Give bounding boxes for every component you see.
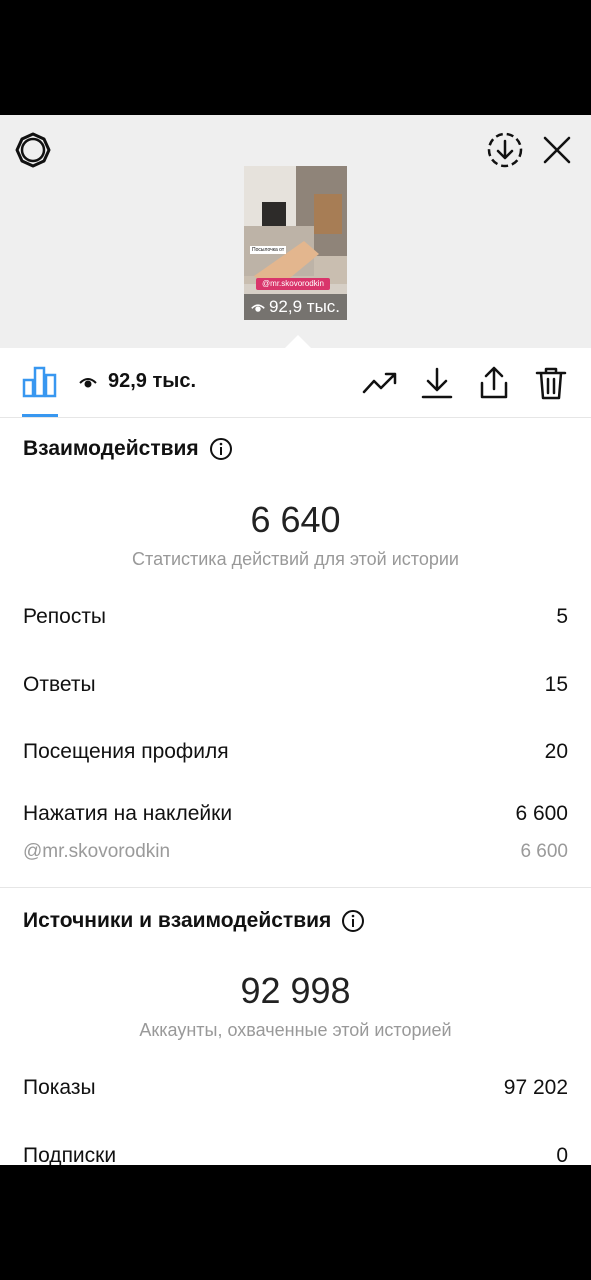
eye-icon <box>79 378 97 388</box>
interactions-section-title: Взаимодействия <box>23 437 233 461</box>
insights-toolbar: 92,9 тыс. <box>0 348 591 418</box>
trash-icon[interactable] <box>533 366 569 400</box>
stat-label: Репосты <box>23 605 107 628</box>
settings-gear-icon[interactable] <box>14 131 52 169</box>
info-icon[interactable] <box>341 909 365 933</box>
stat-label: Показы <box>23 1076 96 1099</box>
info-icon[interactable] <box>209 437 233 461</box>
interactions-title-text: Взаимодействия <box>23 437 199 460</box>
stat-label: Посещения профиля <box>23 740 229 763</box>
interactions-total: 6 640 <box>250 499 341 540</box>
stat-value: 97 202 <box>503 1076 568 1099</box>
discovery-caption: Аккаунты, охваченные этой историей <box>139 1020 452 1040</box>
stat-row-follows: Подписки 0 <box>23 1144 568 1165</box>
story-insights-screen: Посылочка от @mr.skovorodkin 92,9 тыс. 9… <box>0 115 591 1165</box>
section-divider <box>0 887 591 888</box>
stat-row-impressions: Показы 97 202 <box>23 1076 568 1100</box>
interactions-caption: Статистика действий для этой истории <box>132 549 459 569</box>
mention-sticker: @mr.skovorodkin <box>256 278 330 290</box>
story-thumbnail[interactable]: Посылочка от @mr.skovorodkin 92,9 тыс. <box>244 166 347 320</box>
discovery-title-text: Источники и взаимодействия <box>23 909 332 932</box>
discovery-total: 92 998 <box>240 970 351 1011</box>
close-icon[interactable] <box>540 133 574 167</box>
stat-row-sticker-mention: @mr.skovorodkin 6 600 <box>23 841 568 863</box>
stat-label: Ответы <box>23 673 96 696</box>
sticker-caption: Посылочка от <box>250 246 287 254</box>
stat-row-reposts: Репосты 5 <box>23 605 568 629</box>
stat-value: 6 600 <box>515 802 568 825</box>
download-icon[interactable] <box>419 366 455 400</box>
share-icon[interactable] <box>476 366 512 400</box>
stat-value: 15 <box>544 673 568 696</box>
eye-icon <box>251 303 265 312</box>
stat-label: Нажатия на наклейки <box>23 802 233 825</box>
stat-label: Подписки <box>23 1144 117 1165</box>
thumbnail-views-badge: 92,9 тыс. <box>244 294 347 320</box>
stat-value: 0 <box>556 1144 568 1165</box>
download-circle-icon[interactable] <box>486 131 524 169</box>
thumbnail-views-count: 92,9 тыс. <box>268 297 341 316</box>
story-preview-area: Посылочка от @mr.skovorodkin 92,9 тыс. <box>0 115 591 349</box>
bar-chart-icon[interactable] <box>22 364 58 398</box>
stat-row-replies: Ответы 15 <box>23 673 568 697</box>
stat-label: @mr.skovorodkin <box>23 841 171 862</box>
stat-value: 20 <box>544 740 568 763</box>
views-count: 92,9 тыс. <box>108 370 197 392</box>
discovery-section-title: Источники и взаимодействия <box>23 909 365 933</box>
preview-pointer <box>284 335 312 349</box>
stat-value: 6 600 <box>520 841 568 862</box>
stat-row-sticker-taps: Нажатия на наклейки 6 600 <box>23 802 568 826</box>
stat-row-profile-visits: Посещения профиля 20 <box>23 740 568 764</box>
stat-value: 5 <box>556 605 568 628</box>
trending-up-icon[interactable] <box>362 366 398 400</box>
active-tab-indicator <box>22 414 58 417</box>
